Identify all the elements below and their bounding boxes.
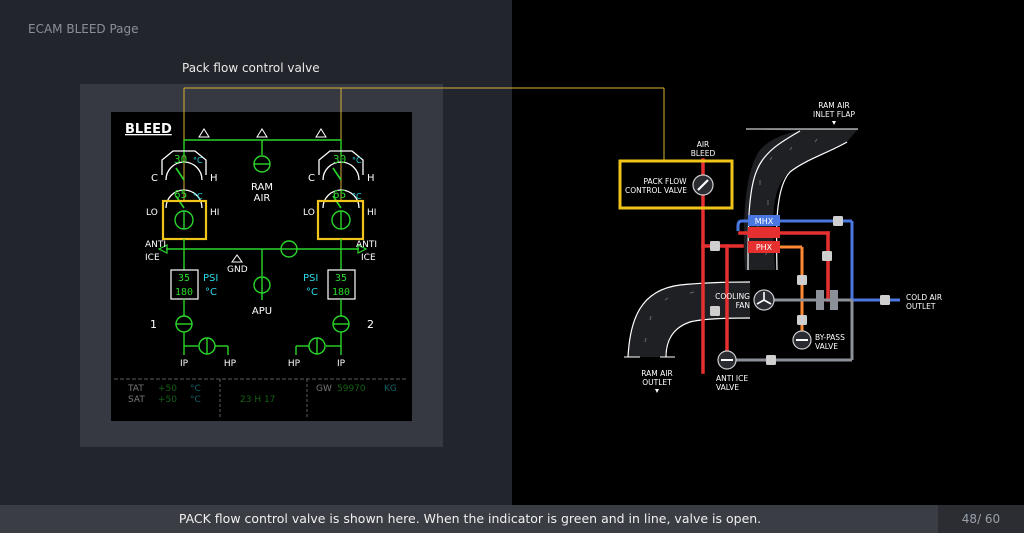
cold-air-outlet-label-1: COLD AIR [906, 293, 942, 302]
slide: ECAM BLEED Page Pack flow control valve … [0, 0, 1024, 533]
right-anti-ice-label-1: ANTI [356, 240, 377, 250]
right-pack-outlet-unit: °C [352, 156, 362, 165]
left-pack-comp-temp: 65 [174, 188, 187, 201]
right-pack-flow-valve [331, 210, 351, 230]
pack-flow-control-valve-icon [692, 174, 714, 196]
left-anti-ice-label-2: ICE [145, 253, 160, 263]
right-hp-label: HP [288, 359, 301, 369]
left-pack-c: C [151, 173, 158, 184]
right-engine-temp: 180 [332, 287, 350, 298]
cooling-fan-label-1: COOLING [715, 292, 750, 301]
left-pack-outlet-temp: 30 [174, 153, 187, 166]
ram-air-valve [253, 155, 271, 173]
right-engine-psi: 35 [335, 273, 347, 284]
ram-air-label-1: RAM [251, 182, 273, 193]
apu-label: APU [252, 306, 272, 317]
gnd-triangle [231, 254, 243, 263]
caption-bar: PACK flow control valve is shown here. W… [0, 505, 1024, 533]
left-engine-temp-label: °C [205, 287, 217, 298]
left-ip-label: IP [180, 359, 189, 369]
left-engine-temp: 180 [175, 287, 193, 298]
left-pack-outlet-unit: °C [193, 156, 203, 165]
left-pack-h: H [210, 173, 218, 184]
tat-value: +50 [158, 384, 177, 394]
left-engine-psi-label: PSI [203, 273, 218, 284]
tat-unit: °C [190, 384, 201, 394]
bypass-valve-icon [792, 330, 812, 350]
left-pack-flow-valve [174, 210, 194, 230]
tat-label: TAT [127, 384, 144, 394]
ram-air-inlet-arrow [832, 121, 836, 125]
bypass-valve-label-2: VALVE [815, 342, 838, 351]
ecam-title: BLEED [125, 122, 172, 137]
ram-air-inlet-flap-label-2: INLET FLAP [813, 110, 856, 119]
ram-air-outlet-arrow [655, 389, 659, 393]
gw-unit: KG [384, 384, 397, 394]
page-counter: 48/ 60 [938, 505, 1024, 533]
left-anti-ice-label-1: ANTI [145, 240, 166, 250]
right-pack-lo: LO [303, 208, 315, 218]
right-engine-temp-label: °C [306, 287, 318, 298]
left-engine-psi: 35 [178, 273, 190, 284]
outlet-triangles [198, 128, 327, 138]
right-pack-c: C [308, 173, 315, 184]
apu-valve [253, 276, 271, 300]
cold-air-outlet-label-2: OUTLET [906, 302, 936, 311]
right-anti-ice-label-2: ICE [361, 253, 376, 263]
cooling-fan-label-2: FAN [736, 301, 750, 310]
clock: 23 H 17 [240, 395, 275, 405]
cooling-fan-icon [753, 289, 775, 311]
right-pack-hi: HI [367, 208, 376, 218]
anti-ice-valve-label-2: VALVE [716, 383, 739, 392]
right-pack-comp-temp: 65 [333, 188, 346, 201]
phx-label: PHX [756, 243, 773, 252]
left-pack-comp-unit: °C [193, 192, 203, 201]
right-pack-outlet-temp: 30 [333, 153, 346, 166]
air-bleed-label-1: AIR [697, 140, 710, 149]
sat-value: +50 [158, 395, 177, 405]
air-bleed-label-2: BLEED [691, 149, 716, 158]
caption-text: PACK flow control valve is shown here. W… [178, 511, 762, 526]
sat-unit: °C [190, 395, 201, 405]
ram-air-outlet-label-2: OUTLET [642, 378, 672, 387]
bypass-valve-label-1: BY-PASS [815, 333, 845, 342]
pack-flow-control-valve-label-2: CONTROL VALVE [625, 186, 687, 195]
left-engine-number: 1 [150, 318, 157, 331]
right-pack-comp-unit: °C [352, 192, 362, 201]
left-pack-lo: LO [146, 208, 158, 218]
ram-air-inlet-flap-label-1: RAM AIR [818, 101, 849, 110]
status-area: TAT +50 °C SAT +50 °C 23 H 17 GW 59970 K… [114, 378, 408, 418]
ecam-bleed-diagram: BLEED RAM AIR 30 °C 65 °C C H LO HI 30 °… [114, 87, 942, 418]
anti-ice-valve-label-1: ANTI ICE [716, 374, 748, 383]
ram-air-label-2: AIR [254, 193, 271, 204]
mhx-label: MHX [755, 217, 774, 226]
anti-ice-valve-icon [717, 350, 737, 370]
pack-flow-control-valve-label-1: PACK FLOW [643, 177, 687, 186]
mhx-hot-block [748, 227, 780, 238]
sat-label: SAT [128, 395, 145, 405]
left-pack-hi: HI [210, 208, 219, 218]
pack-outlet-duct [183, 139, 342, 155]
gw-value: 59970 [337, 384, 366, 394]
right-engine-number: 2 [367, 318, 374, 331]
right-pack-h: H [367, 173, 375, 184]
warm-air-lines [780, 245, 804, 340]
gnd-label: GND [227, 265, 248, 275]
left-hp-label: HP [224, 359, 237, 369]
right-engine-psi-label: PSI [303, 273, 318, 284]
right-ip-label: IP [337, 359, 346, 369]
ram-air-outlet-label-1: RAM AIR [641, 369, 672, 378]
gw-label: GW [316, 384, 332, 394]
